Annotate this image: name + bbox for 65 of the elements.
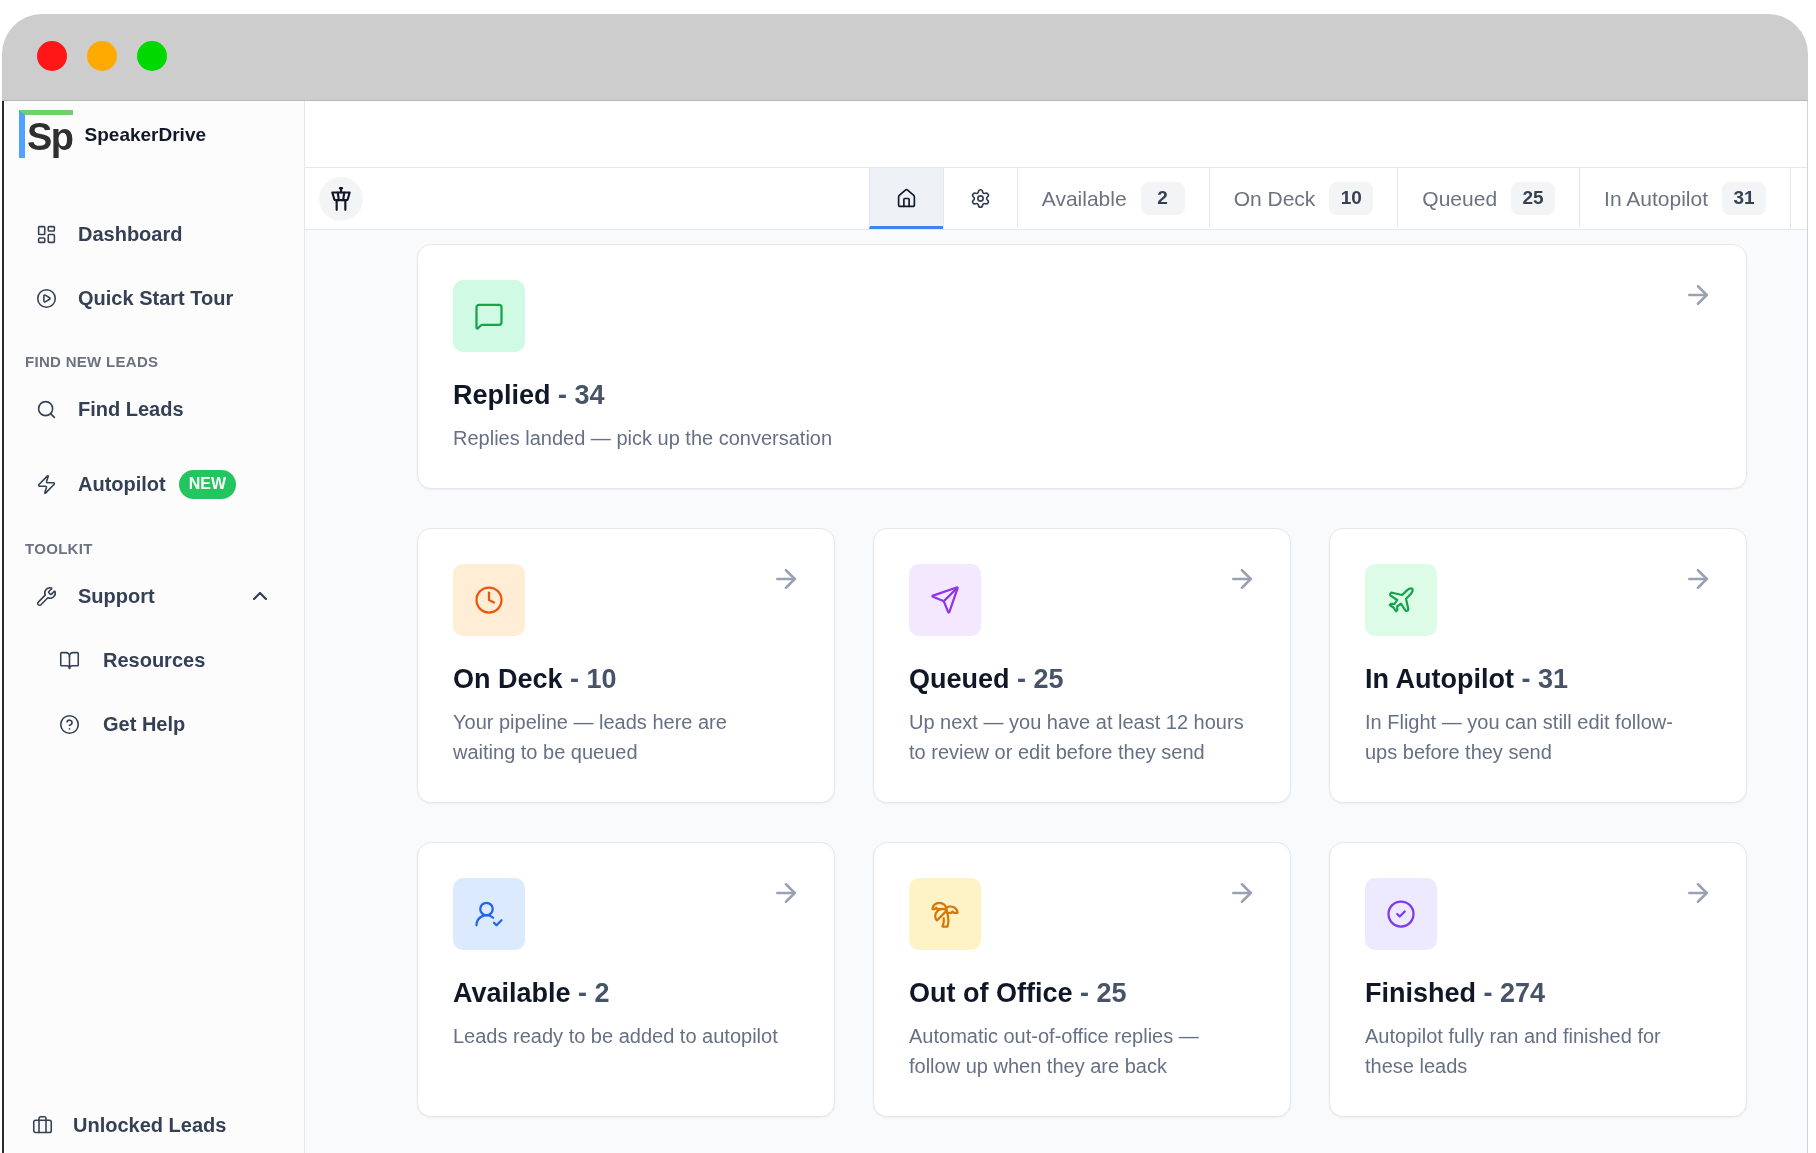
card-title: Available - 2 — [453, 977, 610, 1009]
status-card[interactable]: In Autopilot - 31 In Flight — you can still edit follow-ups before they send — [1329, 528, 1747, 803]
arrow-right-icon — [1688, 569, 1708, 589]
nav-item[interactable]: Find Leads — [36, 389, 184, 429]
airplane-icon — [1365, 564, 1437, 636]
nav-item[interactable]: Unlocked Leads — [32, 1105, 227, 1145]
play-circle-icon — [36, 287, 57, 309]
status-card[interactable]: Out of Office - 25 Automatic out-of-office replies — follow up when they are back — [873, 842, 1291, 1117]
settings-icon — [969, 188, 991, 209]
nav-item[interactable]: Get Help — [59, 704, 186, 744]
close-icon[interactable] — [37, 41, 67, 71]
nav-item[interactable]: Dashboard — [36, 214, 183, 254]
card-title: Queued - 25 — [909, 663, 1064, 695]
palm-tree-icon — [909, 878, 981, 950]
chat-bubble-icon — [453, 280, 525, 352]
dashboard-icon — [36, 223, 57, 245]
home-tab[interactable] — [868, 168, 943, 229]
arrow-right-icon — [776, 569, 796, 589]
tab-count: 10 — [1329, 182, 1374, 215]
tab-count: 25 — [1511, 182, 1556, 215]
tab-count: 31 — [1722, 182, 1766, 215]
tab-count: 2 — [1140, 182, 1185, 215]
arrow-right-icon — [776, 883, 796, 903]
section-heading: TOOLKIT — [25, 540, 93, 557]
home-icon — [895, 188, 917, 209]
nav-item[interactable]: Support — [36, 576, 267, 616]
user-check-icon — [453, 878, 525, 950]
brand-logo: Sp — [19, 110, 73, 158]
status-card[interactable]: Finished - 274 Autopilot fully ran and finished for these leads — [1329, 842, 1747, 1117]
card-description: Automatic out-of-office replies — follow up when they are back — [909, 1024, 1200, 1079]
card-description: Your pipeline — leads here are waiting to be queued — [453, 710, 728, 765]
clock-icon — [453, 564, 525, 636]
arrow-right-icon — [1232, 883, 1252, 903]
nav-item[interactable]: Quick Start Tour — [36, 278, 234, 318]
section-heading: FIND NEW LEADS — [25, 353, 159, 370]
card-description: Autopilot fully ran and finished for these leads — [1365, 1024, 1662, 1079]
card-description: In Flight — you can still edit follow-ups before they send — [1365, 710, 1674, 765]
search-icon — [36, 398, 57, 420]
wrench-icon — [36, 585, 57, 607]
brand-name: SpeakerDrive — [84, 122, 207, 147]
arrow-right-icon — [1688, 285, 1708, 305]
card-title: Finished - 274 — [1365, 977, 1546, 1009]
book-icon — [59, 649, 80, 671]
card-description: Replies landed — pick up the conversation — [453, 426, 833, 451]
status-card[interactable]: Available - 2 Leads ready to be added to autopilot — [417, 842, 835, 1117]
paper-plane-icon — [909, 564, 981, 636]
card-description: Up next — you have at least 12 hours to review or edit before they send — [909, 710, 1245, 765]
nav-item[interactable]: Resources — [59, 640, 206, 680]
status-card[interactable]: Replied - 34 Replies landed — pick up the conversation — [417, 244, 1747, 489]
status-card[interactable]: Queued - 25 Up next — you have at least 12 hours to review or edit before they send — [873, 528, 1291, 803]
briefcase-icon — [32, 1114, 53, 1136]
new-badge: NEW — [178, 469, 237, 499]
card-description: Leads ready to be added to autopilot — [453, 1024, 778, 1049]
arrow-right-icon — [1688, 883, 1708, 903]
card-title: In Autopilot - 31 — [1365, 663, 1568, 695]
card-title: Replied - 34 — [453, 379, 605, 411]
arrow-right-icon — [1232, 569, 1252, 589]
help-icon — [59, 713, 80, 735]
control-tower-button[interactable] — [319, 176, 363, 221]
tower-icon — [328, 185, 354, 212]
lightning-icon — [36, 473, 57, 495]
nav-item[interactable]: Autopilot NEW — [36, 464, 237, 504]
status-card[interactable]: On Deck - 10 Your pipeline — leads here are waiting to be queued — [417, 528, 835, 803]
card-title: Out of Office - 25 — [909, 977, 1127, 1009]
card-title: On Deck - 10 — [453, 663, 617, 695]
